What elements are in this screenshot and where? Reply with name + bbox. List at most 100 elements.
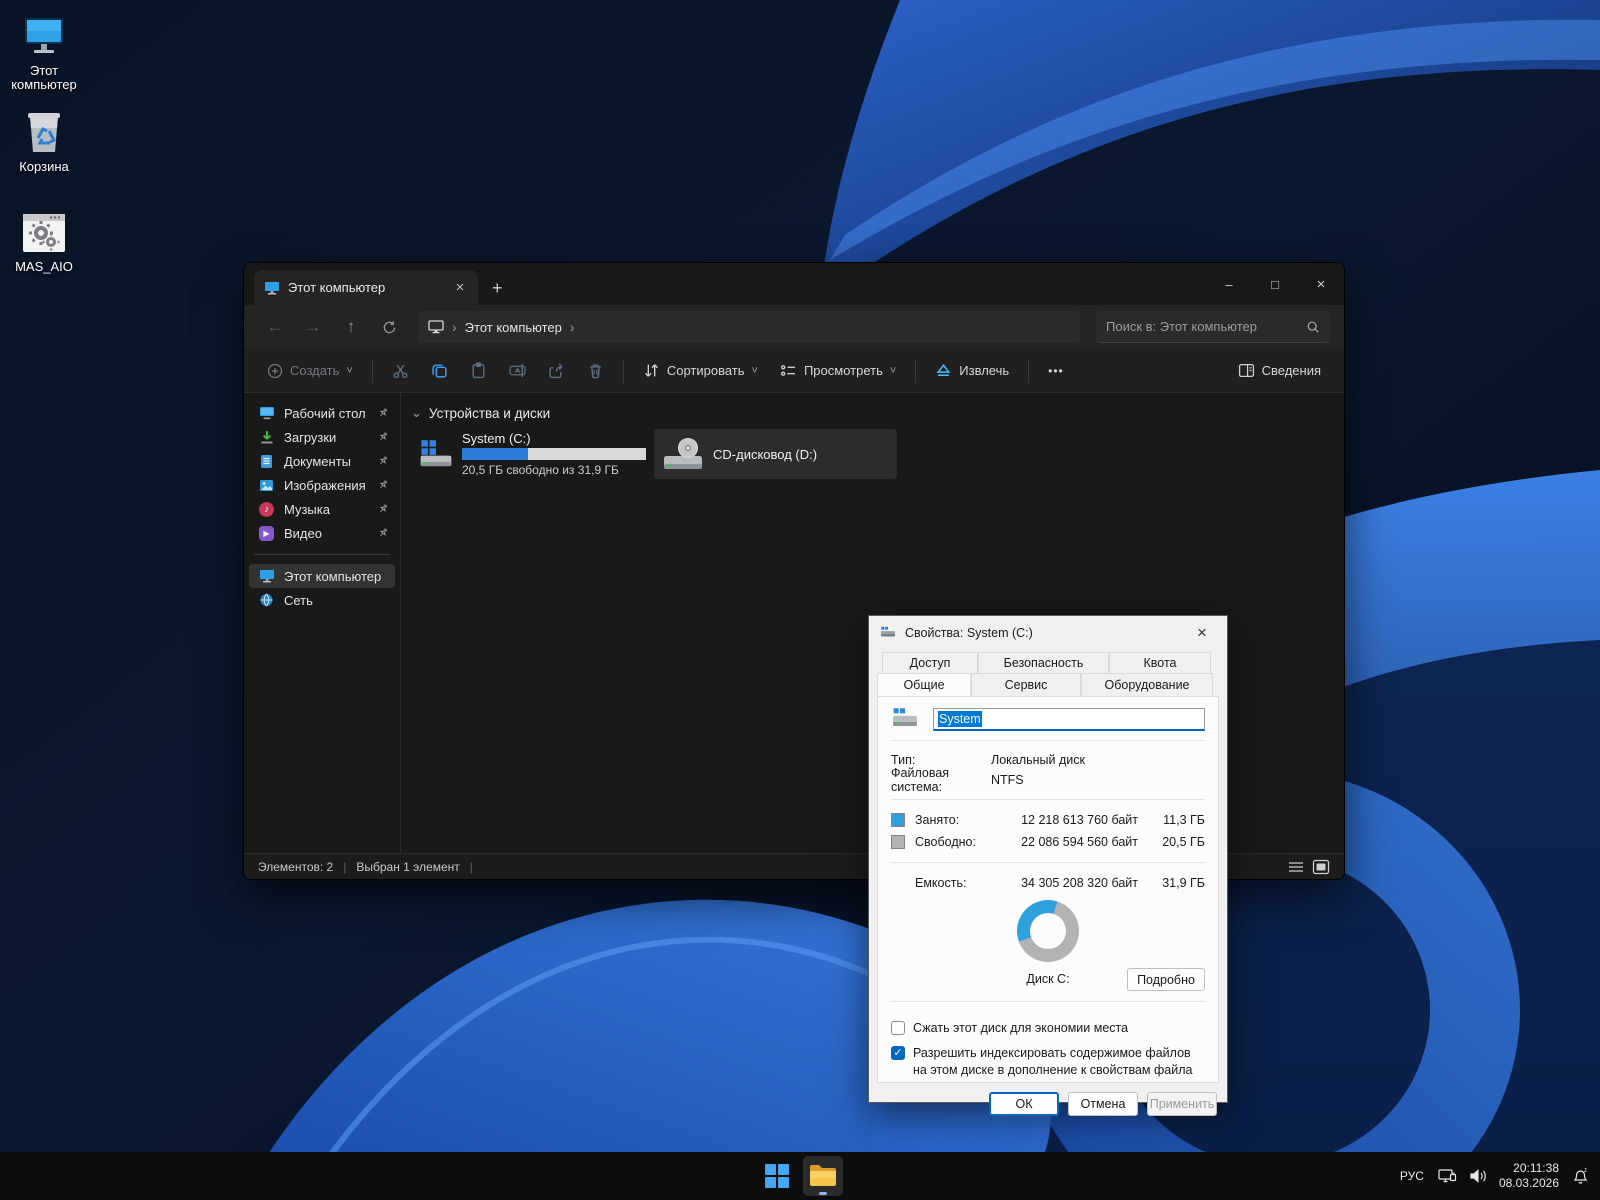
this-pc-breadcrumb-icon bbox=[428, 320, 444, 334]
tab-close-icon[interactable]: × bbox=[450, 279, 470, 296]
explorer-tab[interactable]: Этот компьютер × bbox=[254, 270, 478, 305]
search-icon[interactable] bbox=[1306, 320, 1320, 334]
share-icon bbox=[549, 363, 563, 379]
close-button[interactable]: × bbox=[1298, 263, 1344, 305]
up-button[interactable]: ↑ bbox=[334, 312, 368, 342]
sidebar-item-label: Музыка bbox=[284, 501, 330, 517]
sidebar-item-documents[interactable]: Документы bbox=[249, 449, 395, 473]
language-indicator[interactable]: РУС bbox=[1398, 1169, 1426, 1183]
ok-button[interactable]: ОК bbox=[989, 1091, 1059, 1116]
rename-button[interactable] bbox=[500, 356, 535, 385]
eject-button[interactable]: Извлечь bbox=[926, 356, 1018, 385]
taskbar-clock[interactable]: 20:11:38 08.03.2026 bbox=[1499, 1161, 1559, 1191]
new-tab-button[interactable]: + bbox=[492, 278, 503, 299]
capacity-label: Емкость: bbox=[915, 876, 967, 890]
desktop-icon-label: Корзина bbox=[19, 159, 69, 174]
paste-button[interactable] bbox=[461, 356, 496, 385]
section-header-devices[interactable]: ⌄ Устройства и диски bbox=[411, 405, 1334, 421]
search-input[interactable]: Поиск в: Этот компьютер bbox=[1096, 311, 1330, 343]
create-label: Создать bbox=[290, 363, 340, 378]
tab-tools[interactable]: Сервис bbox=[971, 673, 1081, 696]
downloads-folder-icon bbox=[258, 429, 275, 445]
used-label: Занято: bbox=[915, 813, 960, 827]
music-folder-icon: ♪ bbox=[258, 501, 275, 517]
section-title: Устройства и диски bbox=[428, 405, 551, 421]
index-checkbox[interactable]: ✓ bbox=[891, 1046, 905, 1061]
sidebar-item-music[interactable]: ♪ Музыка bbox=[249, 497, 395, 521]
delete-button[interactable] bbox=[578, 356, 613, 385]
compress-checkbox[interactable] bbox=[891, 1021, 905, 1035]
back-button[interactable]: ← bbox=[258, 312, 292, 342]
details-button[interactable]: Подробно bbox=[1127, 968, 1205, 991]
start-button[interactable] bbox=[757, 1156, 797, 1196]
minimize-button[interactable]: – bbox=[1206, 263, 1252, 305]
drive-item-d[interactable]: CD-дисковод (D:) bbox=[654, 429, 897, 479]
system-tray: РУС 20:11:38 08.03.2026 z bbox=[1398, 1152, 1590, 1200]
cancel-button[interactable]: Отмена bbox=[1068, 1091, 1138, 1116]
refresh-button[interactable] bbox=[372, 312, 406, 342]
details-view-icon[interactable] bbox=[1288, 860, 1304, 874]
share-button[interactable] bbox=[539, 356, 574, 385]
drive-free-space: 20,5 ГБ свободно из 31,9 ГБ bbox=[462, 463, 619, 477]
status-separator: | bbox=[343, 859, 347, 874]
dialog-close-button[interactable]: × bbox=[1187, 623, 1217, 643]
network-icon[interactable] bbox=[1438, 1168, 1457, 1184]
compress-label: Сжать этот диск для экономии места bbox=[913, 1021, 1129, 1035]
compress-checkbox-row[interactable]: Сжать этот диск для экономии места bbox=[891, 1020, 1205, 1036]
volume-icon[interactable] bbox=[1469, 1168, 1487, 1184]
tab-strip: Этот компьютер × + – □ × bbox=[244, 263, 1344, 305]
tab-quota[interactable]: Квота bbox=[1109, 652, 1211, 673]
index-checkbox-row[interactable]: ✓ Разрешить индексировать содержимое фай… bbox=[891, 1045, 1205, 1078]
forward-button[interactable]: → bbox=[296, 312, 330, 342]
sidebar-item-network[interactable]: Сеть bbox=[249, 588, 395, 612]
copy-button[interactable] bbox=[422, 356, 457, 385]
tab-general[interactable]: Общие bbox=[877, 673, 971, 696]
toolbar-separator bbox=[915, 358, 917, 383]
view-button[interactable]: Просмотреть ˅ bbox=[771, 356, 905, 385]
properties-dialog: Свойства: System (C:) × Доступ Безопасно… bbox=[868, 615, 1228, 1116]
tab-hardware[interactable]: Оборудование bbox=[1081, 673, 1213, 696]
desktop-icon-label: Этот компьютер bbox=[11, 63, 77, 92]
details-pane-button[interactable]: Сведения bbox=[1229, 356, 1330, 385]
free-bytes: 22 086 594 560 байт bbox=[1021, 835, 1138, 849]
breadcrumb-item[interactable]: Этот компьютер bbox=[465, 320, 562, 335]
large-icons-view-icon[interactable] bbox=[1312, 859, 1330, 875]
apply-button[interactable]: Применить bbox=[1147, 1091, 1217, 1116]
sidebar-item-downloads[interactable]: Загрузки bbox=[249, 425, 395, 449]
maximize-button[interactable]: □ bbox=[1252, 263, 1298, 305]
copy-icon bbox=[432, 364, 447, 378]
recycle-bin-icon bbox=[0, 108, 88, 154]
sidebar-item-desktop[interactable]: Рабочий стол bbox=[249, 401, 395, 425]
tab-access[interactable]: Доступ bbox=[882, 652, 978, 673]
volume-label-input[interactable]: System bbox=[933, 707, 1205, 731]
this-pc-icon bbox=[0, 12, 88, 58]
cut-button[interactable] bbox=[383, 356, 418, 385]
used-size: 11,3 ГБ bbox=[1163, 813, 1205, 827]
sidebar-item-label: Сеть bbox=[284, 592, 313, 608]
svg-text:z: z bbox=[1584, 1168, 1587, 1174]
drive-item-c[interactable]: System (C:) 20,5 ГБ свободно из 31,9 ГБ bbox=[411, 429, 654, 479]
chevron-right-icon[interactable]: › bbox=[570, 319, 575, 335]
desktop-icon-mas-aio[interactable]: MAS_AIO bbox=[0, 208, 88, 274]
videos-folder-icon: ▶ bbox=[258, 525, 275, 541]
desktop-icon-this-pc[interactable]: Этот компьютер bbox=[0, 12, 88, 91]
pin-icon bbox=[379, 456, 388, 465]
tab-security[interactable]: Безопасность bbox=[978, 652, 1109, 673]
selection-count: Выбран 1 элемент bbox=[356, 859, 460, 874]
chevron-down-icon[interactable]: ⌄ bbox=[411, 405, 422, 421]
free-label: Свободно: bbox=[915, 835, 976, 849]
more-options-button[interactable]: ••• bbox=[1039, 358, 1073, 384]
drive-icon bbox=[893, 708, 917, 726]
taskbar-file-explorer-button[interactable] bbox=[803, 1156, 843, 1196]
sidebar-item-videos[interactable]: ▶ Видео bbox=[249, 521, 395, 545]
create-button[interactable]: Создать ˅ bbox=[258, 357, 362, 385]
sort-button[interactable]: Сортировать ˅ bbox=[634, 356, 767, 385]
plus-circle-icon bbox=[267, 363, 283, 378]
notification-bell-icon[interactable]: z bbox=[1571, 1167, 1590, 1185]
drive-icon bbox=[881, 626, 895, 636]
breadcrumb[interactable]: › Этот компьютер › bbox=[418, 311, 1080, 343]
rename-icon bbox=[509, 364, 526, 377]
desktop-icon-recycle-bin[interactable]: Корзина bbox=[0, 108, 88, 174]
sidebar-item-pictures[interactable]: Изображения bbox=[249, 473, 395, 497]
sidebar-item-this-pc[interactable]: Этот компьютер bbox=[249, 564, 395, 588]
